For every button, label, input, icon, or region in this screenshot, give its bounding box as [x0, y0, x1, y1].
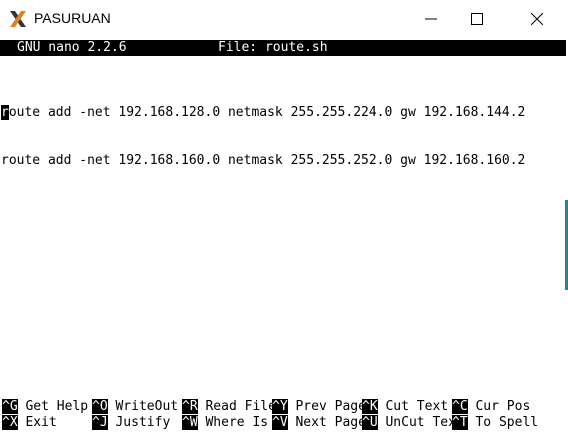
minimize-icon: [425, 18, 437, 20]
text-cursor: r: [1, 105, 9, 120]
terminal-area[interactable]: GNU nano 2.2.6 File: route.sh route add …: [0, 38, 568, 436]
maximize-icon: [471, 13, 483, 25]
shortcut-cut-text[interactable]: ^K Cut Text: [362, 399, 448, 415]
editor-line-2: route add -net 192.168.160.0 netmask 255…: [1, 153, 526, 168]
shortcut-prev-page[interactable]: ^Y Prev Page: [272, 399, 366, 415]
shortcut-read-file[interactable]: ^R Read File: [182, 399, 276, 415]
shortcut-justify[interactable]: ^J Justify: [92, 415, 170, 431]
editor-buffer[interactable]: route add -net 192.168.128.0 netmask 255…: [1, 73, 525, 201]
window-titlebar[interactable]: PASURUAN: [0, 0, 568, 38]
close-button[interactable]: [514, 0, 560, 38]
nano-version: GNU nano 2.2.6: [17, 40, 127, 55]
maximize-button[interactable]: [454, 0, 500, 38]
nano-file-label: File: route.sh: [218, 40, 328, 55]
window-title: PASURUAN: [34, 10, 111, 26]
shortcut-get-help[interactable]: ^G Get Help: [2, 399, 88, 415]
close-icon: [531, 13, 543, 25]
minimize-button[interactable]: [408, 0, 454, 38]
shortcut-where-is[interactable]: ^W Where Is: [182, 415, 268, 431]
shortcut-cur-pos[interactable]: ^C Cur Pos: [452, 399, 530, 415]
nano-shortcut-bar: ^G Get Help ^O WriteOut ^R Read File ^Y …: [0, 399, 568, 433]
shortcut-to-spell[interactable]: ^T To Spell: [452, 415, 538, 431]
xming-x-icon: [10, 11, 26, 27]
editor-line-1: route add -net 192.168.128.0 netmask 255…: [1, 105, 526, 120]
nano-header-bar: GNU nano 2.2.6 File: route.sh: [0, 40, 566, 56]
shortcut-next-page[interactable]: ^V Next Page: [272, 415, 366, 431]
shortcut-uncut-text[interactable]: ^U UnCut Tex: [362, 415, 456, 431]
shortcut-exit[interactable]: ^X Exit: [2, 415, 57, 431]
shortcut-writeout[interactable]: ^O WriteOut: [92, 399, 178, 415]
